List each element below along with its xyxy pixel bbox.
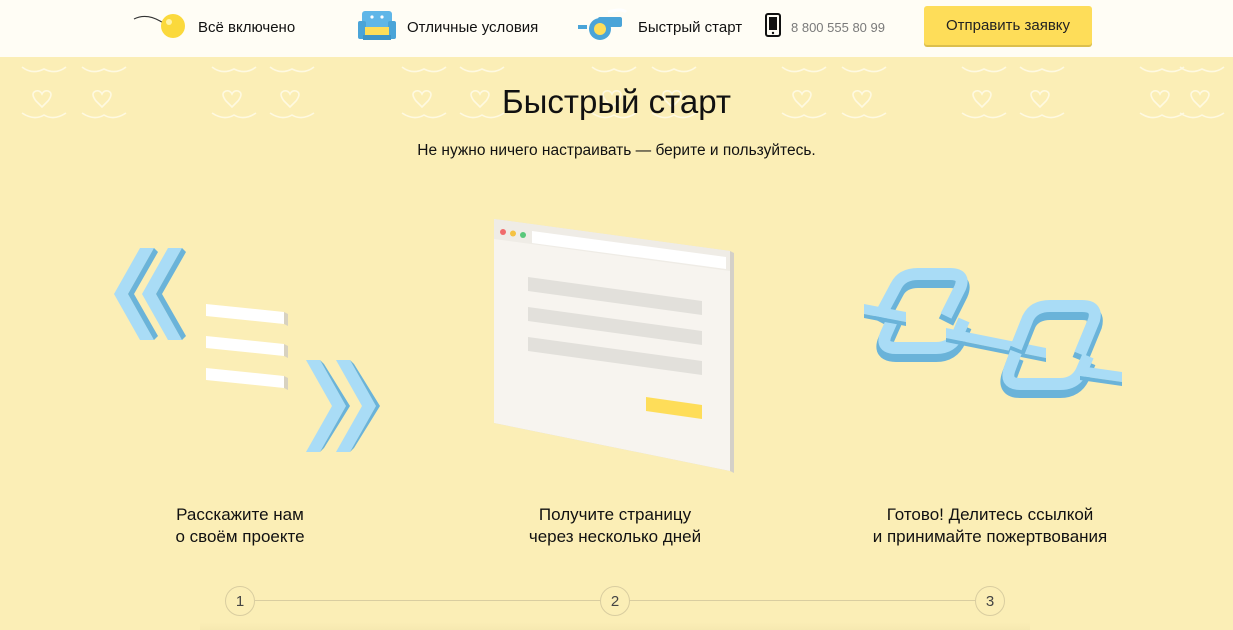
bottom-shadow bbox=[200, 622, 1030, 630]
armchair-icon bbox=[357, 7, 397, 47]
chain-link-icon bbox=[864, 268, 1122, 398]
step-text-line: через несколько дней bbox=[528, 527, 702, 546]
step-text-line: Расскажите нам bbox=[176, 505, 304, 524]
nav-item-all-included[interactable]: Всё включено bbox=[132, 0, 295, 54]
form-arrows-icon bbox=[114, 248, 380, 452]
top-nav: Всё включено Отличные условия Быстрый ст… bbox=[0, 0, 1233, 57]
nav-item-great-conditions[interactable]: Отличные условия bbox=[357, 0, 538, 54]
step-text-line: и принимайте пожертвования bbox=[872, 527, 1108, 546]
step-text-line: о своём проекте bbox=[175, 527, 305, 546]
phone-number: 8 800 555 80 99 bbox=[791, 19, 885, 35]
nav-item-quick-start[interactable]: Быстрый старт bbox=[578, 0, 742, 54]
step-1-text: Расскажите нам о своём проекте bbox=[90, 504, 390, 548]
section-title: Быстрый старт bbox=[501, 83, 731, 120]
step-number-2: 2 bbox=[600, 586, 630, 616]
phone-contact[interactable]: 8 800 555 80 99 bbox=[765, 0, 885, 54]
send-request-button[interactable]: Отправить заявку bbox=[924, 6, 1092, 45]
browser-window-icon bbox=[494, 219, 734, 473]
step-text-line: Получите страницу bbox=[538, 505, 692, 524]
nav-item-label: Отличные условия bbox=[407, 18, 539, 36]
balloon-icon bbox=[132, 9, 188, 45]
step-3-text: Готово! Делитесь ссылкой и принимайте по… bbox=[840, 504, 1140, 548]
step-2-text: Получите страницу через несколько дней bbox=[465, 504, 765, 548]
step-text-line: Готово! Делитесь ссылкой bbox=[886, 505, 1094, 524]
smartphone-icon bbox=[765, 13, 781, 41]
section-subtitle: Не нужно ничего настраивать — берите и п… bbox=[417, 142, 816, 159]
step-number-3: 3 bbox=[975, 586, 1005, 616]
step-number-1: 1 bbox=[225, 586, 255, 616]
nav-item-label: Всё включено bbox=[198, 18, 296, 36]
nav-item-label: Быстрый старт bbox=[638, 18, 743, 36]
whistle-icon bbox=[578, 8, 628, 46]
